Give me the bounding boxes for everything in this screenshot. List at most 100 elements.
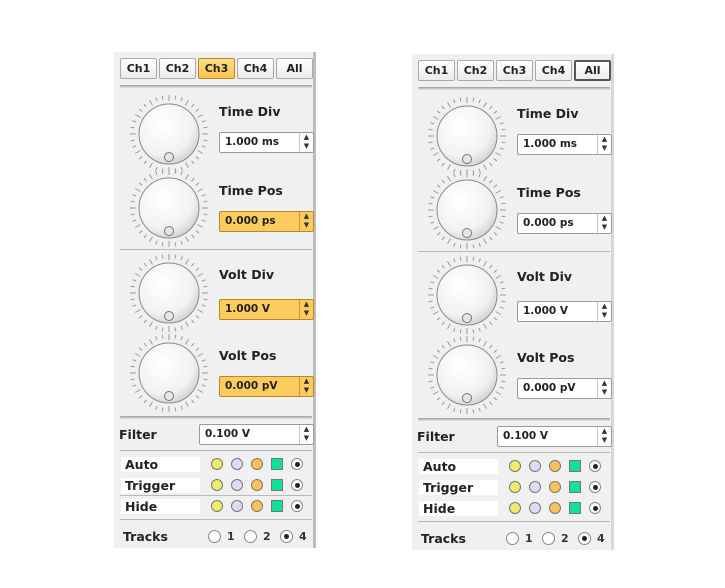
ch3-auto-toggle[interactable] xyxy=(251,458,263,470)
tracks-radio-1[interactable] xyxy=(208,530,221,543)
rotary-knob-icon xyxy=(130,95,208,173)
volt-div-knob[interactable] xyxy=(427,255,507,335)
auto-all-radio[interactable] xyxy=(589,460,601,472)
ch2-trigger-toggle[interactable] xyxy=(231,479,243,491)
ch2-auto-toggle[interactable] xyxy=(231,458,243,470)
tab-ch3[interactable]: Ch3 xyxy=(198,58,235,79)
ch1-hide-toggle[interactable] xyxy=(509,502,521,514)
volt-pos-spinbox[interactable]: 0.000 pV ▲ ▼ xyxy=(219,376,314,397)
spinner-arrows-icon[interactable]: ▲ ▼ xyxy=(299,425,313,444)
hide-all-radio[interactable] xyxy=(291,500,303,512)
spinner-arrows-icon[interactable]: ▲ ▼ xyxy=(597,135,611,154)
channel-tabs: Ch1 Ch2 Ch3 Ch4 All xyxy=(418,60,613,81)
rotary-knob-icon xyxy=(130,169,208,247)
time-pos-knob[interactable] xyxy=(129,168,209,248)
ch2-hide-toggle[interactable] xyxy=(529,502,541,514)
trigger-all-radio[interactable] xyxy=(589,481,601,493)
tab-ch2[interactable]: Ch2 xyxy=(159,58,196,79)
ch3-auto-toggle[interactable] xyxy=(549,460,561,472)
filter-value: 0.100 V xyxy=(205,428,250,440)
time-div-knob[interactable] xyxy=(427,96,507,176)
spinner-arrows-icon[interactable]: ▲ ▼ xyxy=(299,377,313,396)
filter-spinbox[interactable]: 0.100 V ▲ ▼ xyxy=(199,424,314,445)
ch2-hide-toggle[interactable] xyxy=(231,500,243,512)
rotary-knob-icon xyxy=(130,254,208,332)
spinner-arrows-icon[interactable]: ▲ ▼ xyxy=(597,427,611,446)
volt-div-knob[interactable] xyxy=(129,253,209,333)
ch4-auto-toggle[interactable] xyxy=(569,460,581,472)
volt-div-spinbox[interactable]: 1.000 V ▲ ▼ xyxy=(219,299,314,320)
ch3-trigger-toggle[interactable] xyxy=(251,479,263,491)
tracks-radio-2[interactable] xyxy=(244,530,257,543)
tracks-radio-2[interactable] xyxy=(542,532,555,545)
tracks-option-4: 4 xyxy=(299,530,307,543)
separator xyxy=(418,418,610,421)
ch4-hide-toggle[interactable] xyxy=(569,502,581,514)
spinner-arrows-icon[interactable]: ▲ ▼ xyxy=(299,300,313,319)
trigger-row-label: Trigger xyxy=(419,480,498,495)
ch4-trigger-toggle[interactable] xyxy=(271,479,283,491)
rotary-knob-icon xyxy=(130,334,208,412)
ch2-trigger-toggle[interactable] xyxy=(529,481,541,493)
ch3-hide-toggle[interactable] xyxy=(251,500,263,512)
tab-all[interactable]: All xyxy=(276,58,313,79)
ch1-auto-toggle[interactable] xyxy=(211,458,223,470)
tab-ch1[interactable]: Ch1 xyxy=(418,60,455,81)
tracks-radio-4[interactable] xyxy=(578,532,591,545)
tracks-option-1: 1 xyxy=(525,532,533,545)
tab-ch3[interactable]: Ch3 xyxy=(496,60,533,81)
rotary-knob-icon xyxy=(428,171,506,249)
time-pos-value: 0.000 ps xyxy=(225,215,276,227)
spinner-arrows-icon[interactable]: ▲ ▼ xyxy=(299,212,313,231)
auto-all-radio[interactable] xyxy=(291,458,303,470)
spinner-arrows-icon[interactable]: ▲ ▼ xyxy=(597,214,611,233)
ch3-trigger-toggle[interactable] xyxy=(549,481,561,493)
volt-pos-knob[interactable] xyxy=(129,333,209,413)
trigger-all-radio[interactable] xyxy=(291,479,303,491)
ch1-trigger-toggle[interactable] xyxy=(211,479,223,491)
ch1-trigger-toggle[interactable] xyxy=(509,481,521,493)
hide-all-radio[interactable] xyxy=(589,502,601,514)
tab-all[interactable]: All xyxy=(574,60,611,81)
tab-ch4[interactable]: Ch4 xyxy=(237,58,274,79)
time-div-knob[interactable] xyxy=(129,94,209,174)
divider xyxy=(418,452,610,453)
scope-panel-left: Ch1 Ch2 Ch3 Ch4 All Time Div 1.000 ms ▲ ▼… xyxy=(114,52,316,548)
ch1-auto-toggle[interactable] xyxy=(509,460,521,472)
ch4-auto-toggle[interactable] xyxy=(271,458,283,470)
separator xyxy=(120,416,312,419)
ch4-hide-toggle[interactable] xyxy=(271,500,283,512)
tracks-option-2: 2 xyxy=(263,530,271,543)
volt-pos-value: 0.000 pV xyxy=(523,382,576,394)
volt-div-spinbox[interactable]: 1.000 V ▲ ▼ xyxy=(517,301,612,322)
volt-pos-label: Volt Pos xyxy=(219,348,277,363)
ch2-auto-toggle[interactable] xyxy=(529,460,541,472)
tab-ch4[interactable]: Ch4 xyxy=(535,60,572,81)
time-div-spinbox[interactable]: 1.000 ms ▲ ▼ xyxy=(517,134,612,155)
spinner-arrows-icon[interactable]: ▲ ▼ xyxy=(299,133,313,152)
volt-pos-spinbox[interactable]: 0.000 pV ▲ ▼ xyxy=(517,378,612,399)
time-pos-knob[interactable] xyxy=(427,170,507,250)
filter-label: Filter xyxy=(417,429,455,444)
volt-pos-knob[interactable] xyxy=(427,335,507,415)
spinner-arrows-icon[interactable]: ▲ ▼ xyxy=(597,379,611,398)
tab-ch2[interactable]: Ch2 xyxy=(457,60,494,81)
tab-ch1[interactable]: Ch1 xyxy=(120,58,157,79)
ch1-hide-toggle[interactable] xyxy=(211,500,223,512)
ch4-trigger-toggle[interactable] xyxy=(569,481,581,493)
hide-row-label: Hide xyxy=(121,499,200,514)
tracks-option-1: 1 xyxy=(227,530,235,543)
spinner-arrows-icon[interactable]: ▲ ▼ xyxy=(597,302,611,321)
divider xyxy=(120,495,312,496)
time-div-spinbox[interactable]: 1.000 ms ▲ ▼ xyxy=(219,132,314,153)
time-pos-spinbox[interactable]: 0.000 ps ▲ ▼ xyxy=(517,213,612,234)
scope-panel-right: Ch1 Ch2 Ch3 Ch4 All Time Div 1.000 ms ▲ ▼… xyxy=(412,54,614,550)
time-pos-spinbox[interactable]: 0.000 ps ▲ ▼ xyxy=(219,211,314,232)
volt-div-label: Volt Div xyxy=(219,267,274,282)
time-div-label: Time Div xyxy=(219,104,281,119)
ch3-hide-toggle[interactable] xyxy=(549,502,561,514)
tracks-radio-1[interactable] xyxy=(506,532,519,545)
filter-spinbox[interactable]: 0.100 V ▲ ▼ xyxy=(497,426,612,447)
tracks-radio-4[interactable] xyxy=(280,530,293,543)
volt-div-label: Volt Div xyxy=(517,269,572,284)
